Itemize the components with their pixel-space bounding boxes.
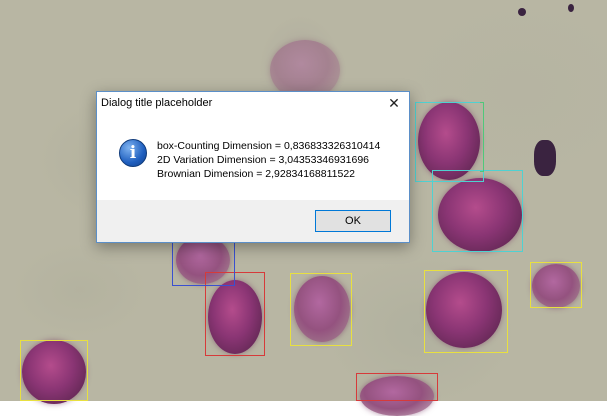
ok-button[interactable]: OK [315,210,391,232]
dialog-title: Dialog title placeholder [101,97,213,109]
message-line: Brownian Dimension = 2,92834168811522 [157,168,355,180]
cell [426,272,502,348]
cell [438,178,522,252]
dialog-footer: OK [97,200,409,242]
cell [532,264,580,308]
cell [360,376,434,416]
close-icon: ✕ [388,96,400,112]
cell [294,276,350,342]
message-line: box-Counting Dimension = 0,8368333263104… [157,140,381,152]
dialog-content: i box-Counting Dimension = 0,83683332631… [97,118,409,200]
close-button[interactable]: ✕ [379,92,409,116]
cell [418,102,480,180]
cell [22,340,86,404]
dialog-message: box-Counting Dimension = 0,8368333263104… [157,139,380,181]
dialog-titlebar[interactable]: Dialog title placeholder ✕ [97,92,409,118]
info-icon: i [119,139,147,167]
cell [208,280,262,354]
detection-box [480,102,484,172]
cell [176,236,230,284]
speck [568,4,574,12]
speck [518,8,526,16]
speck [534,140,556,176]
message-line: 2D Variation Dimension = 3,0435334693169… [157,154,369,166]
message-dialog: Dialog title placeholder ✕ i box-Countin… [96,91,410,243]
